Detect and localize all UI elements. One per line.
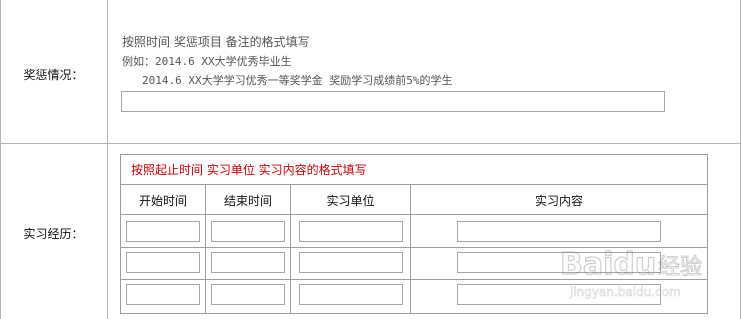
awards-hint-line1: 按照时间 奖惩项目 备注的格式填写: [122, 35, 310, 49]
end-time-input[interactable]: [211, 284, 285, 305]
column-header-end-time: 结束时间: [223, 194, 272, 208]
content-input[interactable]: [457, 221, 661, 242]
company-input[interactable]: [299, 284, 403, 305]
table-divider: [121, 247, 707, 248]
column-header-content: 实习内容: [534, 194, 583, 208]
table-divider: [121, 214, 707, 215]
company-input[interactable]: [299, 252, 403, 273]
internship-note: 按照起止时间 实习单位 实习内容的格式填写: [131, 163, 367, 177]
internship-label: 实习经历：: [23, 227, 84, 241]
awards-label: 奖惩情况：: [23, 68, 84, 82]
company-input[interactable]: [299, 221, 403, 242]
end-time-input[interactable]: [211, 252, 285, 273]
row-divider: [0, 143, 741, 144]
awards-input[interactable]: [121, 91, 665, 112]
column-header-company: 实习单位: [326, 194, 375, 208]
table-divider: [121, 184, 707, 185]
column-header-start-time: 开始时间: [138, 194, 187, 208]
content-input[interactable]: [457, 252, 661, 273]
table-divider: [121, 279, 707, 280]
label-column-divider: [107, 0, 108, 319]
outer-left-border: [0, 0, 1, 319]
awards-hint-line2: 例如：2014.6 XX大学优秀毕业生: [122, 55, 292, 68]
start-time-input[interactable]: [126, 252, 200, 273]
start-time-input[interactable]: [126, 221, 200, 242]
start-time-input[interactable]: [126, 284, 200, 305]
content-input[interactable]: [457, 284, 661, 305]
awards-hint-line3: 2014.6 XX大学学习优秀一等奖学金 奖励学习成绩前5%的学生: [142, 74, 453, 87]
end-time-input[interactable]: [211, 221, 285, 242]
internship-table: 按照起止时间 实习单位 实习内容的格式填写 开始时间 结束时间 实习单位 实习内…: [120, 154, 708, 314]
